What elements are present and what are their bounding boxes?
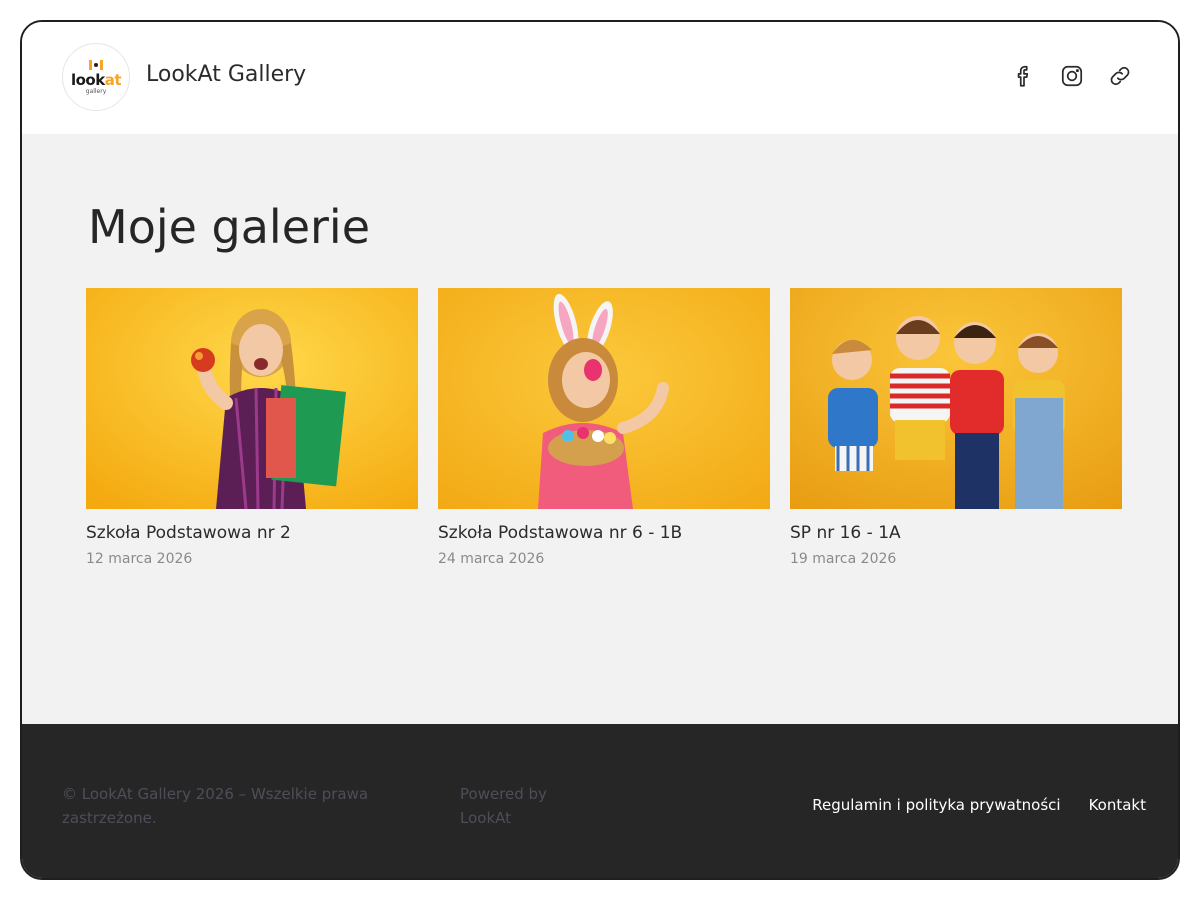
gallery-title[interactable]: Szkoła Podstawowa nr 6 - 1B <box>438 523 770 543</box>
gallery-date: 12 marca 2026 <box>86 551 193 567</box>
logo-mark-icon <box>89 59 103 71</box>
page-title: Moje galerie <box>88 200 370 254</box>
link-icon[interactable] <box>1106 62 1134 90</box>
powered-by-text: Powered by LookAt <box>460 785 547 827</box>
contact-link[interactable]: Kontakt <box>1089 796 1146 814</box>
gallery-list: Szkoła Podstawowa nr 2 12 marca 2026 Szk… <box>86 288 1122 567</box>
facebook-icon[interactable] <box>1010 62 1038 90</box>
site-footer: © LookAt Gallery 2026 – Wszelkie prawa z… <box>22 724 1178 878</box>
gallery-title[interactable]: Szkoła Podstawowa nr 2 <box>86 523 418 543</box>
gallery-title[interactable]: SP nr 16 - 1A <box>790 523 1122 543</box>
logo-word: lookat <box>70 70 122 89</box>
copyright-text: © LookAt Gallery 2026 – Wszelkie prawa z… <box>62 785 369 827</box>
instagram-icon[interactable] <box>1058 62 1086 90</box>
gallery-card[interactable]: Szkoła Podstawowa nr 6 - 1B 24 marca 202… <box>438 288 770 567</box>
gallery-date: 24 marca 2026 <box>438 551 545 567</box>
main-content: Moje galerie Szkoła Podstawowa nr 2 12 m… <box>22 134 1178 724</box>
footer-links: Regulamin i polityka prywatności Kontakt <box>812 796 1146 814</box>
social-links <box>1010 62 1134 90</box>
terms-privacy-link[interactable]: Regulamin i polityka prywatności <box>812 796 1060 814</box>
site-header: lookat gallery LookAt Gallery <box>22 22 1178 134</box>
gallery-card[interactable]: Szkoła Podstawowa nr 2 12 marca 2026 <box>86 288 418 567</box>
site-title[interactable]: LookAt Gallery <box>146 62 306 87</box>
gallery-thumbnail[interactable] <box>438 288 770 509</box>
gallery-thumbnail[interactable] <box>86 288 418 509</box>
gallery-thumbnail[interactable] <box>790 288 1122 509</box>
site-logo[interactable]: lookat gallery <box>62 43 130 111</box>
browser-frame: lookat gallery LookAt Gallery Moje galer… <box>20 20 1180 880</box>
gallery-date: 19 marca 2026 <box>790 551 897 567</box>
logo-subtitle: gallery <box>85 87 107 95</box>
gallery-card[interactable]: SP nr 16 - 1A 19 marca 2026 <box>790 288 1122 567</box>
